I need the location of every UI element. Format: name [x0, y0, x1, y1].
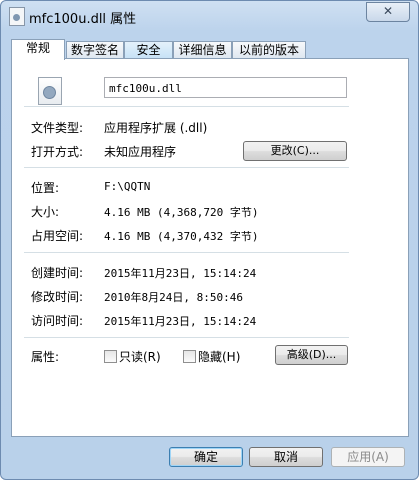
created-label: 创建时间: — [31, 266, 84, 280]
open-with-label: 打开方式: — [31, 145, 84, 159]
modified-label: 修改时间: — [31, 290, 84, 304]
hidden-label[interactable]: 隐藏(H) — [198, 348, 240, 365]
tab-general[interactable]: 常规 — [11, 39, 65, 60]
general-tab-panel: mfc100u.dll 文件类型: 应用程序扩展 (.dll) 打开方式: 未知… — [11, 58, 409, 437]
change-button[interactable]: 更改(C)... — [243, 141, 347, 161]
created-value: 2015年11月23日, 15:14:24 — [104, 267, 257, 280]
size-label: 大小: — [31, 205, 60, 219]
tab-previous-versions[interactable]: 以前的版本 — [232, 41, 306, 59]
file-type-label: 文件类型: — [31, 121, 84, 135]
file-type-value: 应用程序扩展 (.dll) — [104, 121, 208, 135]
size-on-disk-value: 4.16 MB (4,370,432 字节) — [104, 230, 259, 243]
properties-dialog: mfc100u.dll 属性 ✕ 常规 数字签名 安全 详细信息 以前的版本 m… — [0, 0, 419, 480]
size-on-disk-label: 占用空间: — [31, 229, 84, 243]
advanced-button[interactable]: 高级(D)... — [275, 345, 348, 365]
close-icon: ✕ — [382, 4, 394, 18]
accessed-label: 访问时间: — [31, 314, 84, 328]
title-bar[interactable]: mfc100u.dll 属性 ✕ — [1, 1, 418, 31]
location-value: F:\QQTN — [104, 180, 151, 193]
close-button[interactable]: ✕ — [366, 2, 410, 22]
separator — [24, 252, 349, 253]
separator — [24, 167, 349, 168]
tab-security[interactable]: 安全 — [124, 41, 173, 59]
location-label: 位置: — [31, 181, 60, 195]
tab-digital-signatures[interactable]: 数字签名 — [66, 41, 124, 59]
file-name-field[interactable]: mfc100u.dll — [104, 77, 347, 98]
readonly-checkbox[interactable] — [104, 350, 117, 363]
dll-file-icon — [38, 77, 62, 105]
attributes-label: 属性: — [31, 350, 60, 364]
tab-details[interactable]: 详细信息 — [173, 41, 232, 59]
file-icon — [9, 7, 25, 26]
window-title: mfc100u.dll 属性 — [29, 12, 137, 27]
open-with-value: 未知应用程序 — [104, 145, 177, 159]
separator — [24, 106, 349, 107]
hidden-checkbox[interactable] — [183, 350, 196, 363]
accessed-value: 2015年11月23日, 15:14:24 — [104, 315, 257, 328]
separator — [24, 337, 349, 338]
size-value: 4.16 MB (4,368,720 字节) — [104, 206, 259, 219]
readonly-label[interactable]: 只读(R) — [119, 348, 161, 365]
apply-button[interactable]: 应用(A) — [331, 447, 405, 467]
cancel-button[interactable]: 取消 — [249, 447, 323, 467]
modified-value: 2010年8月24日, 8:50:46 — [104, 291, 243, 304]
ok-button[interactable]: 确定 — [169, 447, 243, 467]
